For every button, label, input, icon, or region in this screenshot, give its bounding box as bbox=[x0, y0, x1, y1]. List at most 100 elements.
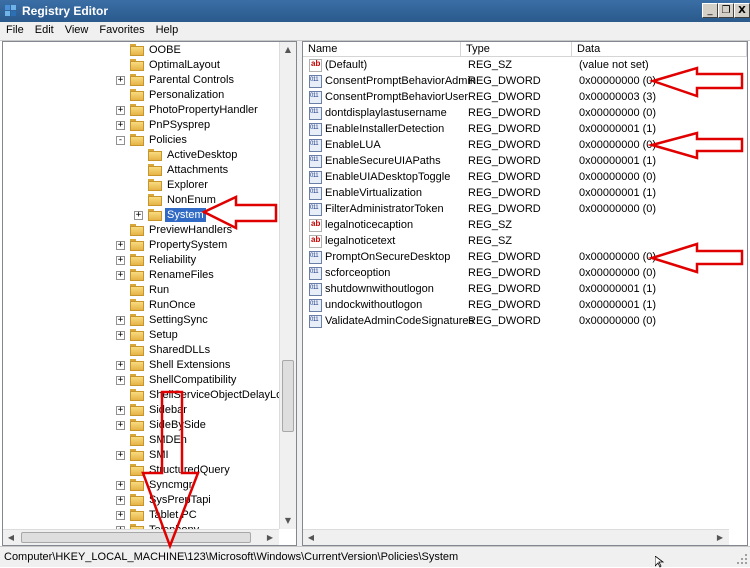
column-header-data[interactable]: Data bbox=[572, 42, 747, 57]
value-row[interactable]: ConsentPromptBehaviorAdminREG_DWORD 0x000… bbox=[303, 74, 743, 90]
expand-icon[interactable]: + bbox=[116, 241, 125, 250]
scroll-left-arrow-icon[interactable]: ◀ bbox=[303, 530, 319, 545]
tree-item[interactable]: PreviewHandlers bbox=[3, 223, 278, 238]
folder-icon bbox=[148, 164, 162, 176]
tree-item[interactable]: StructuredQuery bbox=[3, 463, 278, 478]
menu-help[interactable]: Help bbox=[150, 22, 184, 36]
tree-item[interactable]: + PnPSysprep bbox=[3, 118, 278, 133]
minimize-button[interactable]: _ bbox=[702, 3, 718, 18]
tree-item[interactable]: + SysPrepTapi bbox=[3, 493, 278, 508]
expand-icon[interactable]: + bbox=[116, 316, 125, 325]
tree-item[interactable]: Personalization bbox=[3, 88, 278, 103]
column-header-type[interactable]: Type bbox=[461, 42, 572, 57]
value-row[interactable]: PromptOnSecureDesktop REG_DWORD 0x00000000… bbox=[303, 250, 743, 266]
tree-item[interactable]: + SMI bbox=[3, 448, 278, 463]
collapse-icon[interactable]: - bbox=[116, 136, 125, 145]
close-button[interactable]: X bbox=[734, 3, 750, 18]
tree-item[interactable]: + Syncmgr bbox=[3, 478, 278, 493]
expand-icon[interactable]: + bbox=[116, 421, 125, 430]
title-bar[interactable]: Registry Editor _ ❐ X bbox=[0, 0, 750, 22]
resize-grip-icon[interactable] bbox=[736, 553, 748, 565]
tree-item[interactable]: ActiveDesktop bbox=[3, 148, 278, 163]
menu-edit[interactable]: Edit bbox=[29, 22, 59, 36]
value-data: 0x00000001 (1) bbox=[579, 187, 657, 199]
tree-item[interactable]: SMDEn bbox=[3, 433, 278, 448]
folder-icon bbox=[130, 89, 144, 101]
tree-item[interactable]: Attachments bbox=[3, 163, 278, 178]
scroll-left-arrow-icon[interactable]: ◀ bbox=[3, 530, 19, 545]
value-row[interactable]: shutdownwithoutlogon REG_DWORD 0x00000001 … bbox=[303, 282, 743, 298]
value-row[interactable]: ValidateAdminCodeSignaturesREG_DWORD 0x00… bbox=[303, 314, 743, 330]
value-row[interactable]: dontdisplaylastusername REG_DWORD 0x000000… bbox=[303, 106, 743, 122]
expand-icon[interactable]: + bbox=[116, 106, 125, 115]
menu-favorites[interactable]: Favorites bbox=[93, 22, 149, 36]
expand-icon[interactable]: + bbox=[116, 481, 125, 490]
tree-item[interactable]: + SettingSync bbox=[3, 313, 278, 328]
tree-item[interactable]: + Shell Extensions bbox=[3, 358, 278, 373]
tree-vertical-scrollbar[interactable]: ▲ ▼ bbox=[279, 42, 296, 529]
tree-item[interactable]: SharedDLLs bbox=[3, 343, 278, 358]
tree-item[interactable]: + Parental Controls bbox=[3, 73, 278, 88]
tree-item[interactable]: + Sidebar bbox=[3, 403, 278, 418]
value-row[interactable]: EnableUIADesktopToggle REG_DWORD 0x0000000… bbox=[303, 170, 743, 186]
tree-item-label: SysPrepTapi bbox=[149, 494, 211, 506]
value-row[interactable]: legalnoticecaption REG_SZ bbox=[303, 218, 743, 234]
tree-item[interactable]: RunOnce bbox=[3, 298, 278, 313]
value-row[interactable]: ConsentPromptBehaviorUserREG_DWORD 0x0000… bbox=[303, 90, 743, 106]
value-row[interactable]: (Default) REG_SZ (value not set) bbox=[303, 58, 743, 74]
expand-icon[interactable]: + bbox=[116, 76, 125, 85]
menu-bar: File Edit View Favorites Help bbox=[0, 22, 750, 41]
menu-view[interactable]: View bbox=[59, 22, 94, 36]
scroll-down-arrow-icon[interactable]: ▼ bbox=[280, 513, 296, 529]
column-header-name[interactable]: Name bbox=[303, 42, 461, 57]
expand-icon[interactable]: + bbox=[116, 271, 125, 280]
expand-icon[interactable]: + bbox=[116, 256, 125, 265]
tree-scroll-thumb[interactable] bbox=[282, 360, 294, 432]
tree-item[interactable]: + RenameFiles bbox=[3, 268, 278, 283]
tree-item[interactable]: Explorer bbox=[3, 178, 278, 193]
restore-button[interactable]: ❐ bbox=[718, 3, 734, 18]
tree-item[interactable]: + System bbox=[3, 207, 278, 223]
tree-item[interactable]: OOBE bbox=[3, 43, 278, 58]
list-horizontal-scrollbar[interactable]: ◀ ▶ bbox=[303, 529, 729, 545]
value-row[interactable]: EnableInstallerDetection REG_DWORD 0x00000… bbox=[303, 122, 743, 138]
tree-item[interactable]: NonEnum bbox=[3, 193, 278, 208]
folder-icon bbox=[130, 299, 144, 311]
registry-key-tree[interactable]: OOBE OptimalLayout + Parental Controls Perso… bbox=[2, 41, 297, 546]
value-row[interactable]: FilterAdministratorToken REG_DWORD 0x00000… bbox=[303, 202, 743, 218]
expand-icon[interactable]: + bbox=[116, 331, 125, 340]
tree-item[interactable]: + PhotoPropertyHandler bbox=[3, 103, 278, 118]
tree-item[interactable]: + Reliability bbox=[3, 253, 278, 268]
tree-item[interactable]: ShellServiceObjectDelayLoad bbox=[3, 388, 295, 403]
value-row[interactable]: EnableLUA REG_DWORD 0x00000000 (0) bbox=[303, 138, 743, 154]
value-row[interactable]: EnableSecureUIAPaths REG_DWORD 0x00000001 … bbox=[303, 154, 743, 170]
menu-file[interactable]: File bbox=[0, 22, 29, 36]
expand-icon[interactable]: + bbox=[116, 496, 125, 505]
value-row[interactable]: EnableVirtualization REG_DWORD 0x00000001 … bbox=[303, 186, 743, 202]
expand-icon[interactable]: + bbox=[116, 451, 125, 460]
expand-icon[interactable]: + bbox=[116, 376, 125, 385]
scroll-right-arrow-icon[interactable]: ▶ bbox=[262, 530, 278, 545]
tree-item-label: ActiveDesktop bbox=[167, 149, 238, 161]
registry-values-list[interactable]: Name Type Data (Default) REG_SZ (value not… bbox=[302, 41, 748, 546]
expand-icon[interactable]: + bbox=[116, 511, 125, 520]
expand-icon[interactable]: + bbox=[134, 211, 143, 220]
tree-item[interactable]: + SideBySide bbox=[3, 418, 278, 433]
tree-item[interactable]: + ShellCompatibility bbox=[3, 373, 278, 388]
tree-item[interactable]: + Tablet PC bbox=[3, 508, 278, 523]
expand-icon[interactable]: + bbox=[116, 121, 125, 130]
expand-icon[interactable]: + bbox=[116, 406, 125, 415]
tree-item[interactable]: Run bbox=[3, 283, 278, 298]
tree-hscroll-thumb[interactable] bbox=[21, 532, 251, 543]
expand-icon[interactable]: + bbox=[116, 361, 125, 370]
value-row[interactable]: scforceoption REG_DWORD 0x00000000 (0) bbox=[303, 266, 743, 282]
tree-item[interactable]: OptimalLayout bbox=[3, 58, 278, 73]
value-row[interactable]: undockwithoutlogon REG_DWORD 0x00000001 (1… bbox=[303, 298, 743, 314]
tree-horizontal-scrollbar[interactable]: ◀ ▶ bbox=[3, 529, 279, 545]
scroll-up-arrow-icon[interactable]: ▲ bbox=[280, 42, 296, 58]
value-row[interactable]: legalnoticetext REG_SZ bbox=[303, 234, 743, 250]
tree-item[interactable]: - Policies bbox=[3, 133, 278, 148]
tree-item[interactable]: + Setup bbox=[3, 328, 278, 343]
scroll-right-arrow-icon[interactable]: ▶ bbox=[712, 530, 728, 545]
tree-item[interactable]: + PropertySystem bbox=[3, 238, 278, 253]
